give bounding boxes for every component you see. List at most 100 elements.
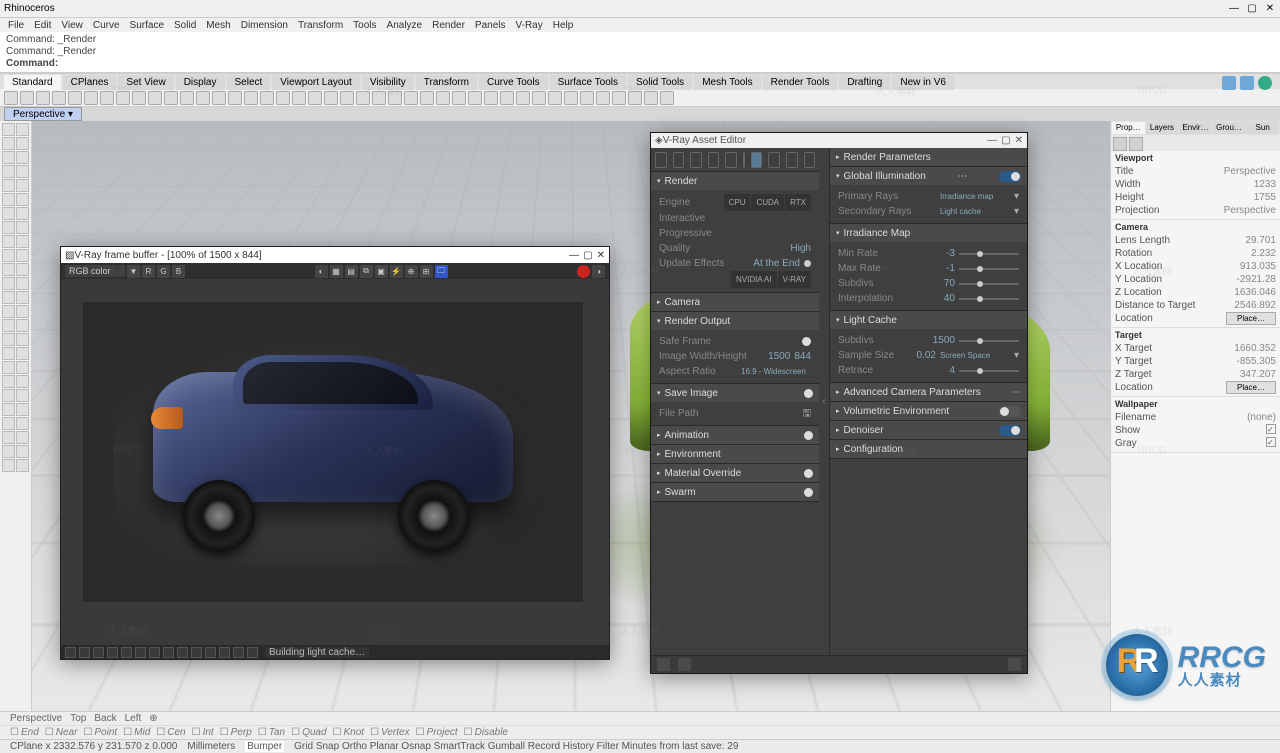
toolbar-button[interactable] xyxy=(308,91,322,105)
retrace-slider[interactable] xyxy=(959,370,1019,372)
tab-select[interactable]: Select xyxy=(227,75,271,90)
maximize-button[interactable]: ▢ xyxy=(1246,3,1258,14)
toolbar-button[interactable] xyxy=(564,91,578,105)
tool-button[interactable] xyxy=(2,263,15,276)
vfb-tool-icon[interactable]: 🖵 xyxy=(435,265,448,278)
toolbar-button[interactable] xyxy=(548,91,562,105)
vae-footer-icon[interactable] xyxy=(1008,658,1021,671)
vae-conf-header[interactable]: ▸Configuration xyxy=(830,440,1027,458)
view-back[interactable]: Back xyxy=(94,713,116,724)
tool-button[interactable] xyxy=(2,193,15,206)
tool-button[interactable] xyxy=(16,431,29,444)
toolbar-button[interactable] xyxy=(580,91,594,105)
interp-slider[interactable] xyxy=(959,298,1019,300)
aspect-dropdown[interactable]: 16:9 - Widescreen xyxy=(741,364,811,379)
tool-button[interactable] xyxy=(2,179,15,192)
gi-toggle[interactable] xyxy=(999,171,1021,182)
toolbar-button[interactable] xyxy=(612,91,626,105)
tool-button[interactable] xyxy=(2,445,15,458)
vfb-status-icon[interactable] xyxy=(205,647,216,658)
vae-titlebar[interactable]: ◈ V-Ray Asset Editor —▢✕ xyxy=(651,133,1027,148)
toolbar-button[interactable] xyxy=(228,91,242,105)
tool-button[interactable] xyxy=(2,431,15,444)
tool-button[interactable] xyxy=(16,249,29,262)
vfb-img-icon[interactable]: ▼ xyxy=(127,265,140,278)
engine-segment[interactable]: CPUCUDARTX xyxy=(724,194,811,211)
tool-button[interactable] xyxy=(2,403,15,416)
panel-tab-sun[interactable]: Sun xyxy=(1246,122,1279,134)
osnap-quad[interactable]: ☐ Quad xyxy=(291,727,326,738)
tool-button[interactable] xyxy=(2,207,15,220)
toolbar-button[interactable] xyxy=(180,91,194,105)
vfb-status-icon[interactable] xyxy=(191,647,202,658)
minrate-slider[interactable] xyxy=(959,253,1019,255)
tab-drafting[interactable]: Drafting xyxy=(839,75,890,90)
tool-button[interactable] xyxy=(2,417,15,430)
menu-file[interactable]: File xyxy=(8,20,24,31)
vae-close-icon[interactable]: ✕ xyxy=(1015,135,1023,146)
vae-den-header[interactable]: ▸Denoiser xyxy=(830,421,1027,439)
toolbar-button[interactable] xyxy=(68,91,82,105)
vae-renderparams-header[interactable]: ▸Render Parameters xyxy=(830,148,1027,166)
vae-render-icon[interactable] xyxy=(708,152,720,168)
tool-button[interactable] xyxy=(16,123,29,136)
panel-tab-properties[interactable]: Prop… xyxy=(1112,122,1145,134)
toolbar-button[interactable] xyxy=(420,91,434,105)
toolbar-button[interactable] xyxy=(4,91,18,105)
save-icon[interactable]: 🖫 xyxy=(802,406,811,421)
tool-button[interactable] xyxy=(16,193,29,206)
toolbar-button[interactable] xyxy=(404,91,418,105)
tool-button[interactable] xyxy=(2,165,15,178)
vfb-status-icon[interactable] xyxy=(149,647,160,658)
vfb-status-icon[interactable] xyxy=(177,647,188,658)
vae-swarm-header[interactable]: ▸Swarm xyxy=(651,483,819,501)
view-add-icon[interactable]: ⊕ xyxy=(149,713,157,724)
panel-icon[interactable] xyxy=(1129,137,1143,151)
vfb-tool-icon[interactable]: ▤ xyxy=(345,265,358,278)
tool-button[interactable] xyxy=(16,207,29,220)
help-icon[interactable] xyxy=(1258,76,1272,90)
tab-standard[interactable]: Standard xyxy=(4,75,61,90)
tab-solidtools[interactable]: Solid Tools xyxy=(628,75,692,90)
panel-tab-environ[interactable]: Envir… xyxy=(1179,122,1212,134)
vfb-r-channel[interactable]: R xyxy=(142,265,155,278)
tool-button[interactable] xyxy=(16,389,29,402)
menu-vray[interactable]: V-Ray xyxy=(516,20,543,31)
menu-curve[interactable]: Curve xyxy=(93,20,120,31)
vfb-status-icon[interactable] xyxy=(79,647,90,658)
tool-button[interactable] xyxy=(16,137,29,150)
tab-meshtools[interactable]: Mesh Tools xyxy=(694,75,760,90)
tool-button[interactable] xyxy=(16,151,29,164)
toolbar-button[interactable] xyxy=(532,91,546,105)
show-checkbox[interactable] xyxy=(1266,424,1276,434)
sample-dropdown[interactable]: Screen Space xyxy=(940,348,1010,363)
gray-checkbox[interactable] xyxy=(1266,437,1276,447)
dock-icon[interactable] xyxy=(1222,76,1236,90)
toolbar-button[interactable] xyxy=(292,91,306,105)
tool-button[interactable] xyxy=(2,123,15,136)
toolbar-button[interactable] xyxy=(244,91,258,105)
toolbar-button[interactable] xyxy=(164,91,178,105)
osnap-mid[interactable]: ☐ Mid xyxy=(123,727,150,738)
toolbar-button[interactable] xyxy=(52,91,66,105)
tool-button[interactable] xyxy=(2,137,15,150)
vae-camera-header[interactable]: ▸Camera xyxy=(651,293,819,311)
tool-button[interactable] xyxy=(2,459,15,472)
menu-dimension[interactable]: Dimension xyxy=(241,20,288,31)
toolbar-button[interactable] xyxy=(500,91,514,105)
radio-icon[interactable] xyxy=(804,260,811,267)
toolbar-button[interactable] xyxy=(324,91,338,105)
tool-button[interactable] xyxy=(2,235,15,248)
view-perspective[interactable]: Perspective xyxy=(10,713,62,724)
maxrate-slider[interactable] xyxy=(959,268,1019,270)
toolbar-button[interactable] xyxy=(356,91,370,105)
command-prompt[interactable]: Command: xyxy=(6,58,1274,70)
tool-button[interactable] xyxy=(16,277,29,290)
vae-anim-header[interactable]: ▸Animation xyxy=(651,426,819,444)
vae-min-icon[interactable]: — xyxy=(987,135,997,146)
safe-toggle[interactable] xyxy=(802,337,811,346)
tab-surfacetools[interactable]: Surface Tools xyxy=(550,75,626,90)
toolbar-button[interactable] xyxy=(644,91,658,105)
osnap-disable[interactable]: ☐ Disable xyxy=(464,727,508,738)
viewport-tab-perspective[interactable]: Perspective ▾ xyxy=(4,107,82,121)
